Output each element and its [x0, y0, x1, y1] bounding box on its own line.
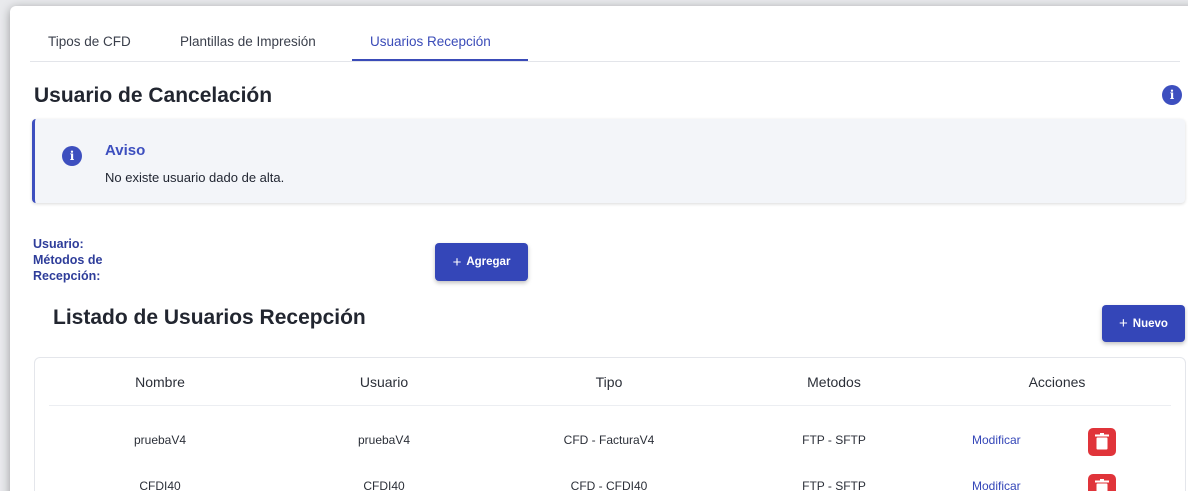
- form-labels: Usuario: Métodos de Recepción:: [33, 236, 102, 284]
- new-button-label: Nuevo: [1132, 317, 1168, 330]
- modify-link[interactable]: Modificar: [972, 433, 1021, 447]
- cell-usuario: pruebaV4: [357, 433, 411, 447]
- usuario-label: Usuario:: [33, 237, 84, 251]
- cell-nombre: CFDI40: [139, 479, 181, 491]
- cell-metodos: FTP - SFTP: [802, 433, 866, 447]
- trash-icon: [1095, 433, 1109, 450]
- modify-link[interactable]: Modificar: [972, 479, 1021, 491]
- alert-title: Aviso: [105, 142, 146, 159]
- cell-tipo: CFD - CFDI40: [570, 479, 648, 491]
- cell-tipo: CFD - FacturaV4: [563, 433, 655, 447]
- cell-usuario: CFDI40: [363, 479, 405, 491]
- info-icon: i: [62, 146, 82, 166]
- new-button[interactable]: + Nuevo: [1102, 305, 1185, 342]
- column-header-acciones: Acciones: [1028, 374, 1086, 390]
- column-header-nombre: Nombre: [135, 374, 185, 390]
- alert-message: No existe usuario dado de alta.: [105, 170, 285, 185]
- add-button[interactable]: + Agregar: [435, 243, 528, 281]
- column-header-usuario: Usuario: [359, 374, 409, 390]
- cell-metodos: FTP - SFTP: [802, 479, 866, 491]
- column-header-metodos: Metodos: [807, 374, 861, 390]
- header-divider: [49, 405, 1171, 406]
- page-title: Usuario de Cancelación: [34, 84, 273, 107]
- list-title: Listado de Usuarios Recepción: [53, 306, 366, 329]
- cell-nombre: pruebaV4: [133, 433, 187, 447]
- plus-icon: +: [1119, 315, 1128, 332]
- tab-bar: Tipos de CFD Plantillas de Impresión Usu…: [30, 28, 1180, 62]
- metodos-label: Métodos de: [33, 253, 103, 267]
- add-button-label: Agregar: [466, 256, 511, 268]
- recepcion-label: Recepción:: [33, 269, 101, 283]
- active-tab-indicator: [352, 59, 528, 61]
- trash-icon: [1095, 479, 1109, 491]
- delete-button[interactable]: [1088, 428, 1116, 456]
- tab-tipos-cfd[interactable]: Tipos de CFD: [48, 34, 131, 49]
- info-icon[interactable]: i: [1162, 85, 1182, 105]
- users-table: Nombre Usuario Tipo Metodos Acciones pru…: [34, 357, 1186, 491]
- tab-plantillas[interactable]: Plantillas de Impresión: [180, 34, 316, 49]
- column-header-tipo: Tipo: [595, 374, 623, 390]
- delete-button[interactable]: [1088, 474, 1116, 491]
- plus-icon: +: [452, 253, 462, 271]
- tab-usuarios-recepcion[interactable]: Usuarios Recepción: [370, 34, 491, 49]
- alert-box: i Aviso No existe usuario dado de alta.: [32, 119, 1185, 203]
